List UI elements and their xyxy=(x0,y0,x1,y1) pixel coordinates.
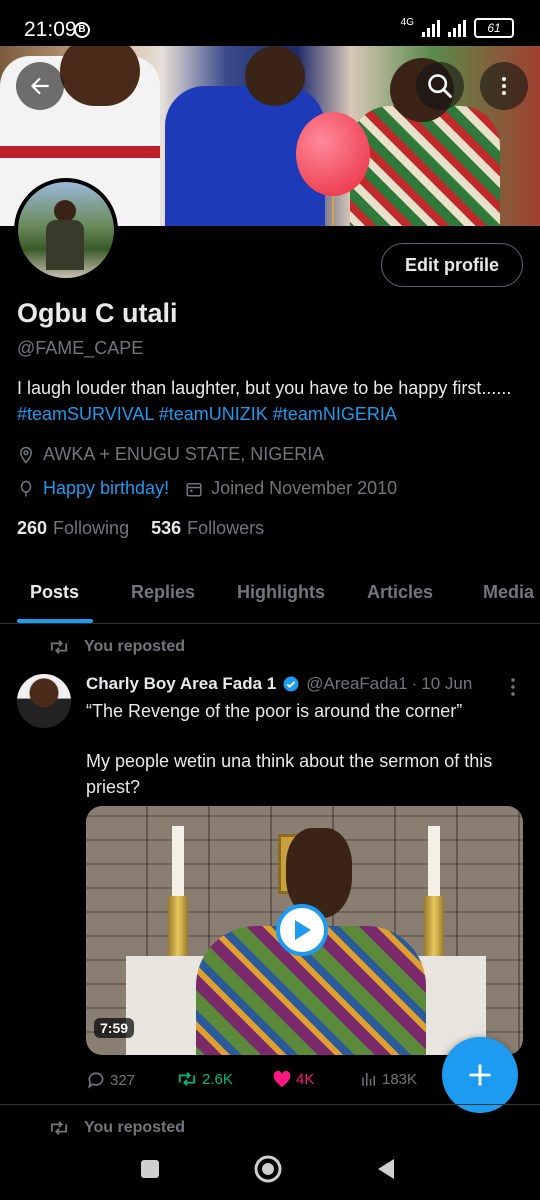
more-vertical-icon xyxy=(502,77,506,95)
following-link[interactable]: 260 Following xyxy=(17,518,129,539)
calendar-icon xyxy=(185,480,203,498)
play-button[interactable] xyxy=(276,904,328,956)
tab-articles[interactable]: Articles xyxy=(367,582,433,603)
tab-highlights[interactable]: Highlights xyxy=(237,582,325,603)
repost-indicator: You reposted xyxy=(48,1119,185,1137)
active-tab-indicator xyxy=(17,619,93,623)
post-author-avatar[interactable] xyxy=(17,674,71,728)
repost-button[interactable]: 2.6K xyxy=(176,1070,233,1088)
followers-link[interactable]: 536 Followers xyxy=(151,518,264,539)
arrow-left-icon xyxy=(30,77,49,95)
repost-count: 2.6K xyxy=(202,1070,233,1088)
profile-name: Ogbu C utali xyxy=(17,298,178,328)
signal-icon xyxy=(422,19,440,37)
tab-media[interactable]: Media xyxy=(483,582,534,603)
birthday-joined-row: Happy birthday! Joined November 2010 xyxy=(17,478,397,499)
repost-icon xyxy=(178,1072,196,1086)
post-text-line: My people wetin una think about the serm… xyxy=(86,751,493,797)
compose-post-button[interactable] xyxy=(442,1037,518,1113)
following-label: Following xyxy=(53,518,130,538)
post-date: 10 Jun xyxy=(421,674,473,693)
more-options-button[interactable] xyxy=(480,62,528,110)
joined-text: Joined November 2010 xyxy=(211,478,398,498)
notification-badge-icon: B xyxy=(74,22,90,38)
network-type-label: 4G xyxy=(400,16,414,28)
heart-icon xyxy=(273,1070,291,1088)
status-bar: 21:09 B 4G 61 xyxy=(0,0,540,46)
hashtag-link[interactable]: #teamUNIZIK xyxy=(159,404,268,424)
repost-indicator: You reposted xyxy=(48,638,185,656)
post-video[interactable]: 7:59 xyxy=(86,806,523,1055)
repost-label: You reposted xyxy=(84,638,186,655)
profile-avatar[interactable] xyxy=(14,178,118,282)
views-icon xyxy=(362,1073,375,1086)
follow-stats: 260 Following 536 Followers xyxy=(17,518,264,539)
signal-icon-2 xyxy=(448,19,466,37)
balloon-icon xyxy=(17,480,35,498)
following-count: 260 xyxy=(17,518,48,538)
location-row: AWKA + ENUGU STATE, NIGERIA xyxy=(17,444,324,465)
view-count: 183K xyxy=(382,1070,418,1088)
system-nav-bar xyxy=(0,1138,540,1200)
search-button[interactable] xyxy=(416,62,464,110)
back-triangle-icon xyxy=(378,1159,394,1179)
balloon-image xyxy=(296,112,370,226)
candle-image xyxy=(428,826,440,896)
recents-square-icon xyxy=(141,1160,159,1178)
more-vertical-icon xyxy=(511,678,515,696)
post-meta-separator: · xyxy=(411,674,418,693)
hashtag-link[interactable]: #teamSURVIVAL xyxy=(17,404,154,424)
home-circle-icon xyxy=(254,1155,282,1183)
back-button[interactable] xyxy=(16,62,64,110)
post-divider xyxy=(0,1104,540,1105)
hashtag-link[interactable]: #teamNIGERIA xyxy=(273,404,397,424)
repost-label: You reposted xyxy=(84,1119,186,1136)
like-button[interactable]: 4K xyxy=(272,1070,314,1088)
repost-icon xyxy=(48,638,70,656)
verified-badge-icon xyxy=(282,675,300,693)
reply-button[interactable]: 327 xyxy=(86,1070,135,1090)
location-pin-icon xyxy=(17,446,35,464)
candle-image xyxy=(172,826,184,896)
video-duration: 7:59 xyxy=(94,1018,135,1038)
tab-replies[interactable]: Replies xyxy=(131,582,195,603)
back-nav-button[interactable] xyxy=(370,1154,400,1184)
like-count: 4K xyxy=(296,1070,315,1088)
post-actions: 327 2.6K 4K 183K xyxy=(86,1070,446,1094)
reply-count: 327 xyxy=(110,1071,136,1089)
tab-posts[interactable]: Posts xyxy=(30,582,79,603)
play-icon xyxy=(295,920,311,940)
recents-button[interactable] xyxy=(135,1154,165,1184)
bio-text: I laugh louder than laughter, but you ha… xyxy=(17,378,512,398)
reply-icon xyxy=(88,1072,104,1089)
views-button[interactable]: 183K xyxy=(360,1070,417,1088)
search-icon xyxy=(428,74,452,98)
post-author-name[interactable]: Charly Boy Area Fada 1 xyxy=(86,674,276,694)
profile-handle: @FAME_CAPE xyxy=(17,338,144,358)
status-right: 4G 61 xyxy=(400,16,514,38)
location-text: AWKA + ENUGU STATE, NIGERIA xyxy=(43,444,325,464)
post-author-handle: @AreaFada1 xyxy=(306,674,408,693)
birthday-link[interactable]: Happy birthday! xyxy=(43,478,169,499)
followers-count: 536 xyxy=(151,518,182,538)
post-text-line: “The Revenge of the poor is around the c… xyxy=(86,701,463,721)
profile-bio: I laugh louder than laughter, but you ha… xyxy=(17,375,517,427)
edit-profile-button[interactable]: Edit profile xyxy=(381,243,523,287)
banner-person-3 xyxy=(350,58,500,226)
home-button[interactable] xyxy=(253,1154,283,1184)
post-header: Charly Boy Area Fada 1 @AreaFada1 · 10 J… xyxy=(86,674,526,694)
battery-icon: 61 xyxy=(474,18,514,38)
profile-tabs: Posts Replies Highlights Articles Media xyxy=(0,560,540,624)
followers-label: Followers xyxy=(187,518,265,538)
plus-icon xyxy=(469,1064,491,1086)
repost-icon xyxy=(48,1119,70,1137)
status-time: 21:09 xyxy=(24,18,77,41)
